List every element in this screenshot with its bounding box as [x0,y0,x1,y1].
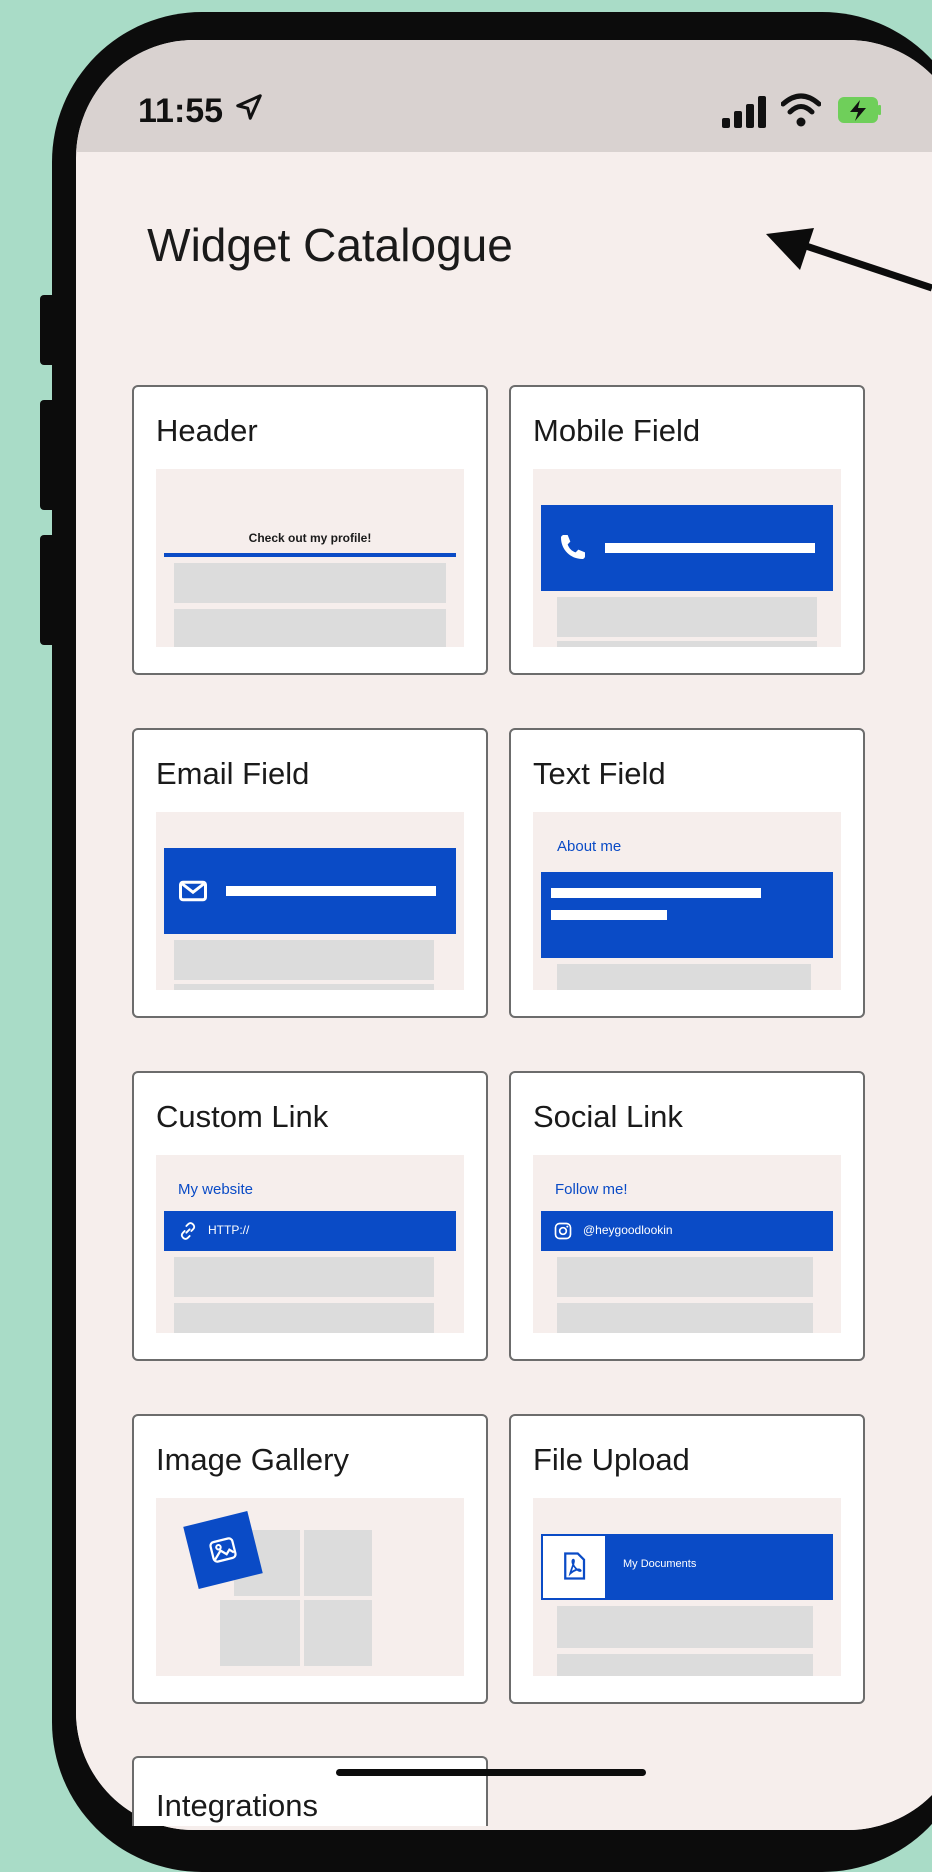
underline [164,553,456,557]
card-title: Email Field [156,756,310,791]
card-title: Custom Link [156,1099,329,1134]
card-title: Header [156,413,258,448]
header-preview: Check out my profile! [156,469,464,647]
card-title: Mobile Field [533,413,701,448]
placeholder-row [174,609,446,647]
preview-text: Check out my profile! [248,531,372,545]
widget-card-text-field[interactable]: Text Field About me [509,728,865,1018]
file-icon-box [543,1536,605,1598]
signal-icon [722,96,766,128]
placeholder-row [174,563,446,603]
widget-card-social-link[interactable]: Social Link Follow me! @heygoodlookin [509,1071,865,1361]
widget-card-custom-link[interactable]: Custom Link My website HTTP:// [132,1071,488,1361]
page-title: Widget Catalogue [147,219,513,271]
status-bar: 11:55 [76,40,932,152]
location-arrow-icon [236,94,262,120]
status-time: 11:55 [138,92,224,130]
placeholder-row [174,1303,434,1333]
placeholder-row [174,1257,434,1297]
mobile-field-preview [533,469,841,647]
widget-card-mobile-field[interactable]: Mobile Field [509,385,865,675]
wifi-icon [781,93,821,127]
card-title: Integrations [156,1788,318,1823]
home-indicator[interactable] [336,1769,646,1776]
preview-label: My website [178,1181,254,1198]
preview-value: HTTP:// [208,1223,250,1237]
battery-charging-icon [838,97,881,123]
instagram-icon [554,1222,572,1240]
widget-card-image-gallery[interactable]: Image Gallery [132,1414,488,1704]
text-line [551,910,667,920]
widget-card-header[interactable]: Header Check out my profile! [132,385,488,675]
placeholder-row [557,964,811,990]
social-input-preview: @heygoodlookin [541,1211,833,1251]
placeholder-row [174,984,434,990]
input-line [605,543,815,553]
card-title: Social Link [533,1099,683,1134]
placeholder-row [557,1257,813,1297]
link-icon [180,1222,196,1240]
placeholder-row [557,1654,813,1676]
placeholder-row [557,641,817,647]
preview-label: Follow me! [555,1181,628,1198]
widget-card-email-field[interactable]: Email Field [132,728,488,1018]
mobile-input-preview [541,505,833,591]
textarea-preview [541,872,833,958]
annotation-arrow-icon [766,228,932,292]
card-title: File Upload [533,1442,690,1477]
phone-icon [561,535,585,559]
pdf-file-icon [564,1552,586,1580]
placeholder-row [174,940,434,980]
preview-label: About me [557,838,622,855]
file-upload-preview: My Documents [533,1498,841,1676]
widget-card-file-upload[interactable]: File Upload My Documents [509,1414,865,1704]
gallery-tile [220,1600,300,1666]
text-field-preview: About me [533,812,841,990]
preview-value: @heygoodlookin [583,1223,673,1237]
mail-icon [179,880,207,902]
email-field-preview [156,812,464,990]
input-line [226,886,436,896]
custom-link-preview: My website HTTP:// [156,1155,464,1333]
gallery-tile [304,1530,372,1596]
link-input-preview: HTTP:// [164,1211,456,1251]
email-input-preview [164,848,456,934]
image-icon [209,1537,237,1563]
social-link-preview: Follow me! @heygoodlookin [533,1155,841,1333]
preview-value: My Documents [623,1558,697,1570]
widget-card-integrations[interactable]: Integrations [132,1756,488,1826]
gallery-tile [304,1600,372,1666]
card-title: Text Field [533,756,666,791]
placeholder-row [557,597,817,637]
placeholder-row [557,1606,813,1648]
file-input-preview: My Documents [541,1534,833,1600]
placeholder-row [557,1303,813,1333]
card-title: Image Gallery [156,1442,349,1477]
image-gallery-preview [156,1498,464,1676]
text-line [551,888,761,898]
